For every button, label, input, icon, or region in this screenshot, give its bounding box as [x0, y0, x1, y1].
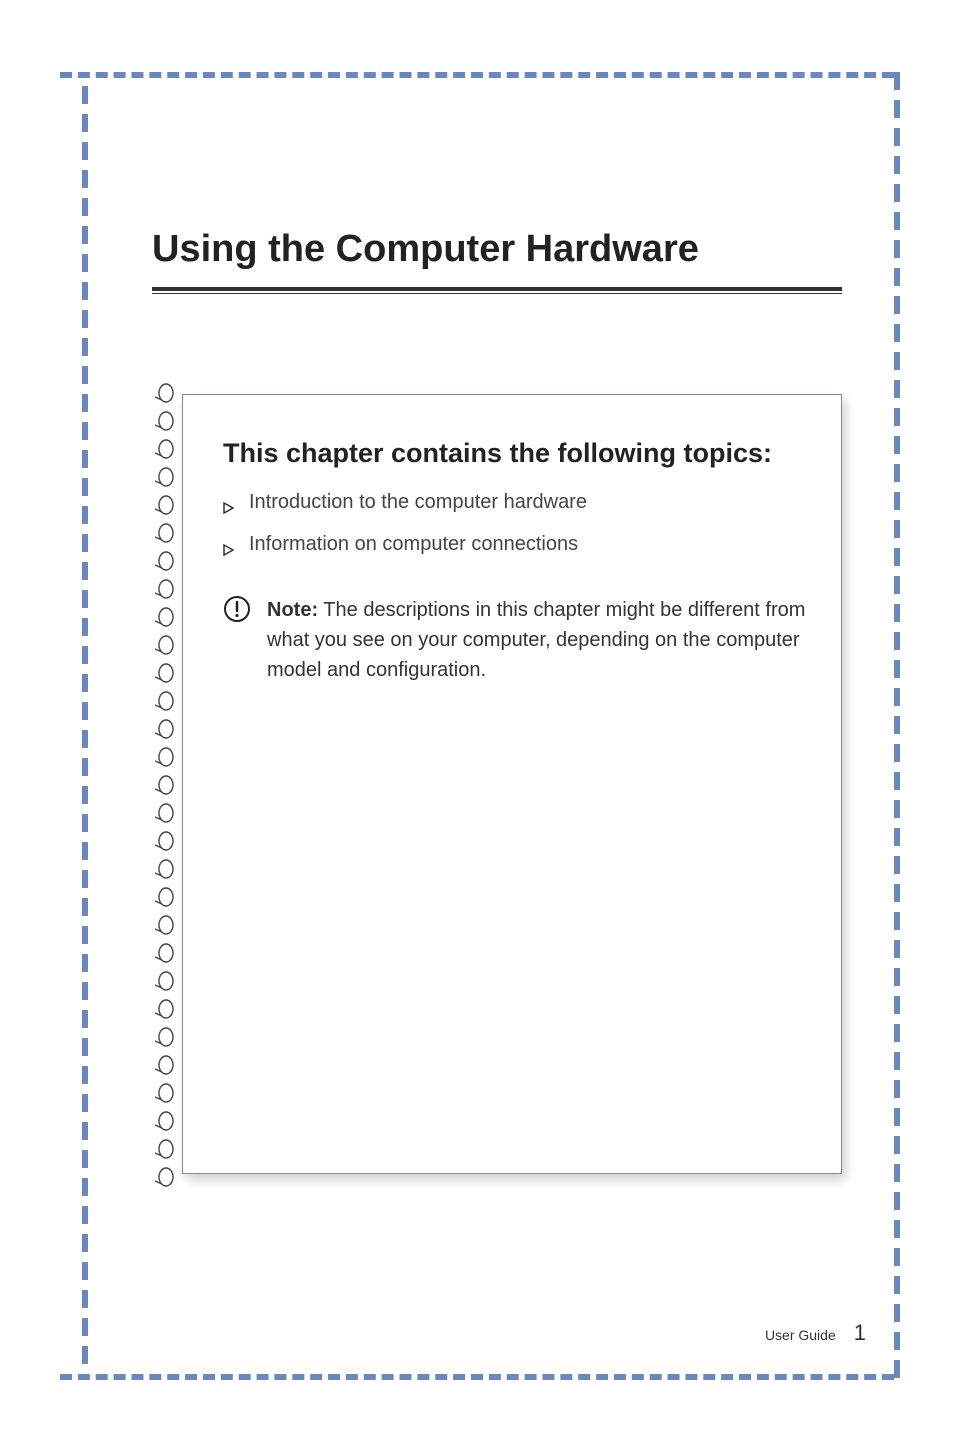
note-text: Note: The descriptions in this chapter m… [267, 595, 809, 685]
spiral-ring-icon [152, 1052, 176, 1078]
spiral-ring-icon [152, 1024, 176, 1050]
chapter-topics-card: This chapter contains the following topi… [182, 394, 842, 1174]
title-rule [152, 287, 842, 291]
spiral-ring-icon [152, 716, 176, 742]
spiral-ring-icon [152, 408, 176, 434]
spiral-ring-icon [152, 436, 176, 462]
spiral-ring-icon [152, 940, 176, 966]
card-heading: This chapter contains the following topi… [223, 435, 809, 471]
spiral-ring-icon [152, 1080, 176, 1106]
footer: User Guide 1 [765, 1320, 866, 1346]
attention-icon [223, 595, 251, 685]
spiral-ring-icon [152, 1108, 176, 1134]
title-rule-thin [152, 293, 842, 294]
spiral-ring-icon [152, 632, 176, 658]
spiral-ring-icon [152, 1136, 176, 1162]
spiral-ring-icon [152, 1164, 176, 1190]
spiral-ring-icon [152, 968, 176, 994]
spiral-ring-icon [152, 576, 176, 602]
spiral-ring-icon [152, 800, 176, 826]
list-item-label: Information on computer connections [249, 529, 578, 559]
spiral-ring-icon [152, 884, 176, 910]
bullet-arrow-icon [223, 493, 235, 523]
spiral-ring-icon [152, 744, 176, 770]
spiral-ring-icon [152, 464, 176, 490]
note-block: Note: The descriptions in this chapter m… [223, 595, 809, 685]
spiral-ring-icon [152, 660, 176, 686]
spiral-card: This chapter contains the following topi… [182, 394, 842, 1174]
spiral-ring-icon [152, 520, 176, 546]
spiral-ring-icon [152, 380, 176, 406]
spiral-binding [152, 380, 176, 1190]
spiral-ring-icon [152, 688, 176, 714]
spiral-ring-icon [152, 548, 176, 574]
note-label: Note: [267, 599, 318, 621]
spiral-ring-icon [152, 912, 176, 938]
spiral-ring-icon [152, 856, 176, 882]
page-number: 1 [854, 1320, 866, 1346]
spiral-ring-icon [152, 996, 176, 1022]
spiral-ring-icon [152, 772, 176, 798]
note-body: The descriptions in this chapter might b… [267, 599, 805, 681]
topic-list: Introduction to the computer hardware In… [223, 487, 809, 565]
chapter-title: Using the Computer Hardware [152, 228, 842, 271]
spiral-ring-icon [152, 492, 176, 518]
list-item: Information on computer connections [223, 529, 809, 565]
page-content: Using the Computer Hardware [92, 88, 882, 1364]
page-inner-left-border [82, 86, 88, 1366]
footer-label: User Guide [765, 1327, 836, 1343]
list-item-label: Introduction to the computer hardware [249, 487, 587, 517]
spiral-ring-icon [152, 828, 176, 854]
spiral-ring-icon [152, 604, 176, 630]
list-item: Introduction to the computer hardware [223, 487, 809, 523]
bullet-arrow-icon [223, 535, 235, 565]
